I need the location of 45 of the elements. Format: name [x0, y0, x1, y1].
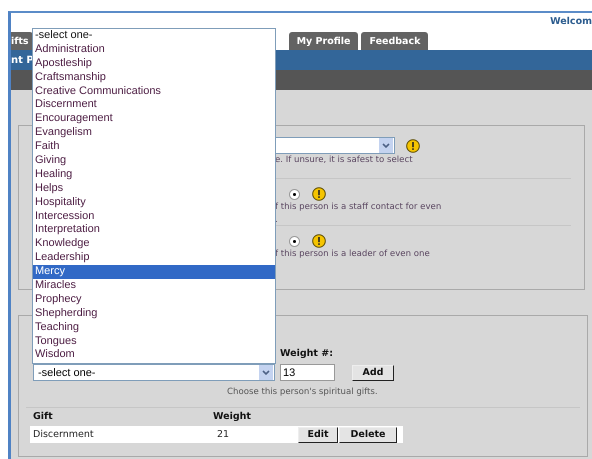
dropdown-option[interactable]: Helps [33, 182, 275, 196]
dropdown-option[interactable]: Interpretation [33, 223, 275, 238]
dropdown-option[interactable]: Miracles [33, 279, 275, 293]
nav-tab[interactable]: Feedback [361, 32, 428, 50]
dropdown-option[interactable]: Healing [33, 168, 275, 182]
dropdown-option[interactable]: Intercession [33, 210, 275, 224]
hint-text: Choose this person's spiritual gifts. [226, 386, 379, 399]
warning-icon [312, 234, 326, 248]
row-action-button[interactable]: Delete [339, 426, 397, 442]
gift-select[interactable]: -select one- [33, 364, 275, 381]
dropdown-option[interactable]: -select one- [33, 29, 275, 43]
weight-label: Weight #: [280, 348, 334, 358]
warning-icon [312, 187, 326, 201]
dropdown-option[interactable]: Evangelism [33, 126, 275, 140]
dropdown-option[interactable]: Craftsmanship [33, 70, 275, 85]
dropdown-option[interactable]: Shepherding [33, 306, 275, 321]
dropdown-option[interactable]: Knowledge [33, 237, 275, 252]
radio-button[interactable] [289, 188, 300, 200]
dropdown-option[interactable]: Wisdom [33, 348, 275, 362]
nav-tab[interactable]: My Profile [288, 32, 358, 50]
nav-tab[interactable]: ifts [11, 32, 33, 50]
dropdown-option[interactable]: Teaching [33, 320, 275, 335]
dropdown-option[interactable]: Discernment [33, 98, 275, 112]
dropdown-option[interactable]: Administration [33, 42, 275, 57]
add-button[interactable]: Add [352, 364, 394, 380]
table-cell-text: Discernment [33, 429, 95, 440]
welcome-text: Welcom [550, 16, 592, 27]
row-action-button[interactable]: Edit [298, 426, 338, 442]
dropdown-option[interactable]: Apostleship [33, 56, 275, 71]
dropdown-option[interactable]: Creative Communications [33, 84, 275, 98]
weight-input[interactable]: 13 [280, 364, 335, 381]
dropdown-option[interactable]: Tongues [33, 334, 275, 348]
dropdown-option[interactable]: Mercy [33, 265, 275, 280]
radio-button[interactable] [289, 236, 300, 246]
dropdown-option[interactable]: Hospitality [33, 196, 275, 210]
hint-text: . [275, 215, 278, 225]
table-cell-text: 21 [216, 429, 230, 440]
warning-icon [406, 138, 420, 152]
dropdown-option[interactable]: Leadership [33, 251, 275, 266]
dropdown-option[interactable]: Encouragement [33, 112, 275, 126]
dropdown-option[interactable]: Faith [33, 140, 275, 154]
column-header: Weight [213, 410, 251, 422]
column-header: Gift [33, 410, 54, 422]
dropdown-option[interactable]: Giving [33, 154, 275, 168]
dropdown-option[interactable]: Prophecy [33, 292, 275, 307]
